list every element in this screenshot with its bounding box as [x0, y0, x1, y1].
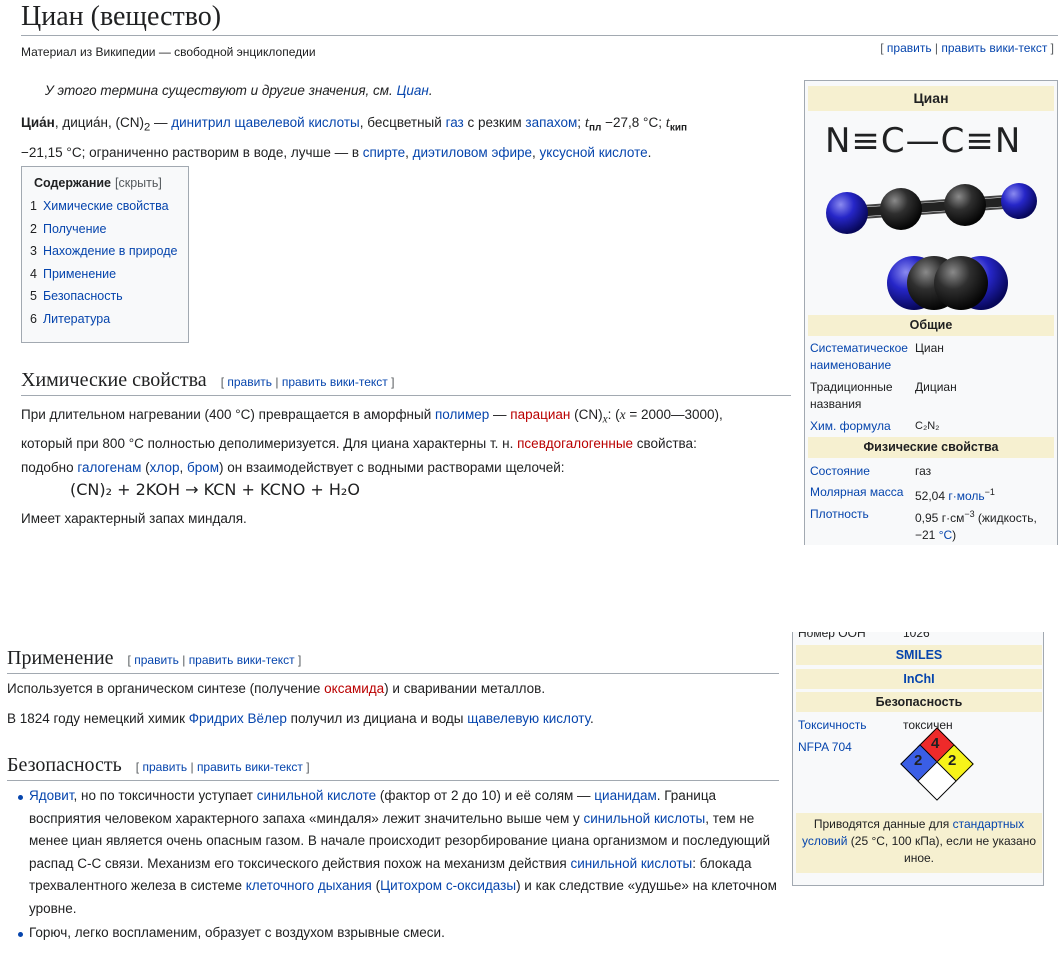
edit-wiki-link[interactable]: править вики-текст: [941, 41, 1047, 55]
intro-paragraph: Циа́н, дициа́н, (CN)2 — динитрил щавелев…: [21, 115, 688, 160]
bottom-fragment: Номер ООН 1026 SMILES InChI Безопасность…: [0, 632, 1062, 960]
toc-item[interactable]: 2 Получение: [30, 218, 180, 241]
infobox-value: 0,95 г·см−3 (жидкость, −21 °C): [915, 509, 1037, 542]
section-edit-links: [ править | править вики-текст ]: [135, 760, 310, 774]
infobox-bottom: Номер ООН 1026 SMILES InChI Безопасность…: [792, 632, 1044, 886]
toc-item[interactable]: 1 Химические свойства: [30, 195, 180, 218]
infobox-label[interactable]: NFPA 704: [798, 739, 852, 756]
link-wohler[interactable]: Фридрих Вёлер: [189, 711, 287, 726]
infobox-section-physical: Физические свойства: [808, 437, 1054, 458]
page-edit-links: [ править | править вики-текст ]: [880, 41, 1054, 55]
link-bromine[interactable]: бром: [187, 460, 219, 475]
hatnote: У этого термина существуют и другие знач…: [45, 83, 433, 98]
edit-link[interactable]: править: [887, 41, 932, 55]
infobox-label[interactable]: Плотность: [810, 506, 869, 523]
infobox-label-cut: Номер ООН: [798, 632, 866, 640]
page-title: Циан (вещество): [21, 0, 1058, 36]
space-filling-model: [887, 256, 1008, 310]
ball-and-stick-model: [826, 183, 1037, 234]
section-heading-safety: Безопасность[ править | править вики-тек…: [7, 752, 779, 781]
section-edit-links: [ править | править вики-текст ]: [127, 653, 302, 667]
toc-item[interactable]: 5 Безопасность: [30, 285, 180, 308]
list-item: Ядовит, но по токсичности уступает синил…: [10, 785, 780, 920]
section-edit-links: [ править | править вики-текст ]: [220, 375, 395, 389]
nfpa-health-value: 2: [914, 752, 923, 769]
table-of-contents: Содержание [скрыть] 1 Химические свойства …: [21, 166, 189, 343]
link-acetic[interactable]: уксусной кислоте: [540, 145, 648, 160]
link-ether[interactable]: диэтиловом эфире: [413, 145, 532, 160]
application-paragraph-1: Используется в органическом синтезе (пол…: [7, 681, 546, 696]
link-gas[interactable]: газ: [446, 115, 464, 130]
toc-hide-toggle[interactable]: [скрыть]: [115, 176, 162, 190]
chem-paragraph: При длительном нагревании (400 °C) превр…: [21, 407, 723, 475]
infobox-note: Приводятся данные для стандартных услови…: [796, 813, 1042, 873]
link-oxamide[interactable]: оксамида: [324, 681, 384, 696]
infobox-label[interactable]: Хим. формула: [810, 418, 891, 435]
infobox-value: C₂N₂: [915, 420, 940, 432]
section-heading-chem: Химические свойства[ править | править в…: [21, 367, 791, 396]
nfpa-diamond: 4 2 2: [900, 727, 983, 815]
toc-header: Содержание [скрыть]: [34, 176, 162, 190]
top-fragment: Циан (вещество) Материал из Википедии — …: [0, 0, 1062, 545]
infobox-label[interactable]: Состояние: [810, 463, 870, 480]
link-oxalic-acid[interactable]: щавелевую кислоту: [467, 711, 590, 726]
infobox-value: Дициан: [915, 380, 957, 394]
infobox-label[interactable]: Молярная масса: [810, 484, 903, 501]
link-alcohol[interactable]: спирте: [363, 145, 405, 160]
smiles-toggle[interactable]: SMILES: [796, 645, 1042, 665]
structural-formula: N≡C—C≡N: [825, 121, 1022, 161]
link-smell[interactable]: запахом: [525, 115, 577, 130]
link-dinitrile[interactable]: динитрил щавелевой кислоты: [171, 115, 360, 130]
toc-item[interactable]: 3 Нахождение в природе: [30, 240, 180, 263]
infobox-section-safety: Безопасность: [796, 692, 1042, 712]
infobox-value-cut: 1026: [903, 632, 930, 640]
list-item: Горюч, легко воспламеним, образует с воз…: [10, 922, 780, 945]
nfpa-flammability-value: 4: [931, 735, 940, 752]
link-polymer[interactable]: полимер: [435, 407, 489, 422]
section-heading-application: Применение[ править | править вики-текст…: [7, 645, 779, 674]
inchi-toggle[interactable]: InChI: [796, 669, 1042, 689]
infobox-label[interactable]: Систематическое наименование: [810, 340, 915, 374]
application-paragraph-2: В 1824 году немецкий химик Фридрих Вёлер…: [7, 711, 594, 726]
infobox-label[interactable]: Токсичность: [798, 717, 866, 734]
hatnote-link[interactable]: Циан: [397, 83, 429, 98]
safety-list: Ядовит, но по токсичности уступает синил…: [10, 785, 780, 945]
infobox-top: Циан N≡C—C≡N Общие Систематическое наиме…: [804, 80, 1058, 545]
link-pseudohalogen[interactable]: псевдогалогенные: [517, 436, 633, 451]
infobox-value: Циан: [915, 341, 944, 355]
reaction-formula: (CN)₂ + 2KOH → KCN + KCNO + H₂O: [70, 480, 360, 499]
infobox-value: 52,04 г·моль−1: [915, 487, 995, 503]
nfpa-reactivity-value: 2: [948, 752, 957, 769]
smell-note: Имеет характерный запах миндаля.: [21, 511, 247, 526]
link-halogens[interactable]: галогенам: [77, 460, 141, 475]
infobox-title: Циан: [808, 86, 1054, 111]
toc-item[interactable]: 4 Применение: [30, 263, 180, 286]
molecule-images: [826, 183, 1037, 310]
site-subtitle: Материал из Википедии — свободной энцикл…: [21, 45, 316, 59]
infobox-value: газ: [915, 464, 932, 478]
link-chlorine[interactable]: хлор: [150, 460, 180, 475]
link-paracyan[interactable]: парациан: [510, 407, 570, 422]
toc-item[interactable]: 6 Литература: [30, 308, 180, 331]
infobox-label: Традиционные названия: [810, 380, 893, 411]
infobox-section-general: Общие: [808, 315, 1054, 336]
